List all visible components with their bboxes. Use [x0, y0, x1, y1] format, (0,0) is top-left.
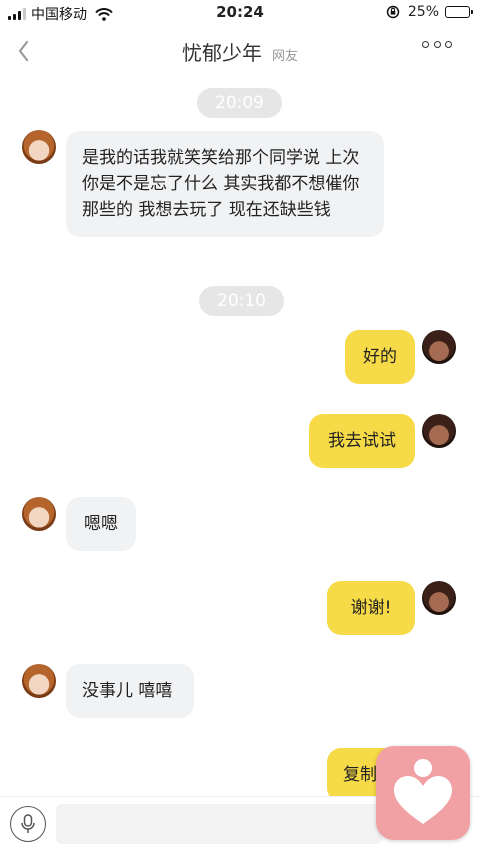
- battery-icon: [445, 6, 473, 18]
- avatar-self[interactable]: [422, 581, 456, 615]
- message-bubble-incoming[interactable]: 是我的话我就笑笑给那个同学说 上次你是不是忘了什么 其实我都不想催你那些的 我想…: [66, 131, 384, 237]
- message-bubble-outgoing[interactable]: 好的: [345, 330, 415, 384]
- message-bubble-outgoing[interactable]: 谢谢!: [327, 581, 415, 635]
- nav-title-group: 忧郁少年 网友: [0, 37, 480, 66]
- chat-area[interactable]: 20:09 是我的话我就笑笑给那个同学说 上次你是不是忘了什么 其实我都不想催你…: [0, 76, 480, 796]
- page-subtitle: 网友: [271, 49, 298, 64]
- message-bubble-incoming[interactable]: 嗯嗯: [66, 497, 136, 551]
- microphone-icon[interactable]: [10, 806, 46, 842]
- avatar-contact[interactable]: [22, 497, 56, 531]
- message-bubble-outgoing[interactable]: 我去试试: [309, 414, 415, 468]
- more-dots-icon[interactable]: [422, 38, 452, 50]
- rotation-lock-icon: [386, 5, 400, 19]
- avatar-self[interactable]: [422, 414, 456, 448]
- battery-percent: 25%: [407, 4, 439, 20]
- avatar-contact[interactable]: [22, 664, 56, 698]
- page-title: 忧郁少年: [181, 41, 262, 65]
- status-right: 25%: [386, 4, 473, 20]
- message-bubble-incoming[interactable]: 没事儿 嘻嘻: [66, 664, 194, 718]
- timestamp: 20:09: [197, 88, 282, 118]
- heart-person-icon[interactable]: [376, 746, 470, 840]
- nav-bar: 忧郁少年 网友: [0, 26, 480, 76]
- avatar-contact[interactable]: [22, 130, 56, 164]
- status-bar: 中国移动 20:24 25%: [0, 0, 480, 26]
- avatar-self[interactable]: [422, 330, 456, 364]
- timestamp: 20:10: [199, 286, 284, 316]
- message-input[interactable]: [56, 804, 382, 844]
